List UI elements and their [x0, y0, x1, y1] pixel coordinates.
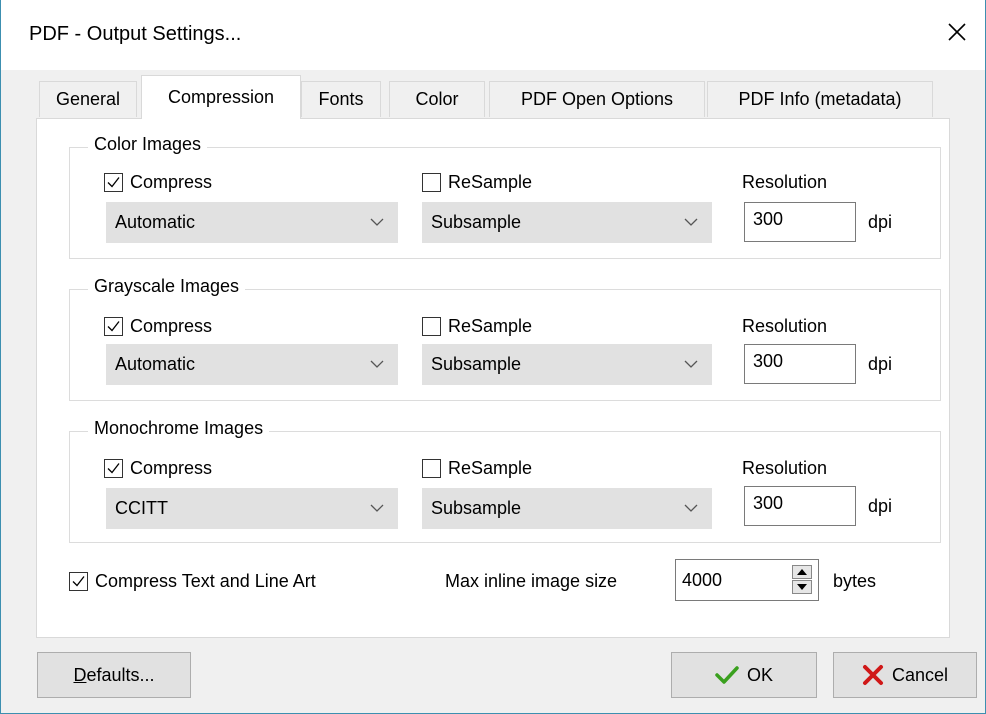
group-title: Grayscale Images [88, 276, 246, 297]
tab-compression[interactable]: Compression [141, 75, 301, 119]
tab-label: PDF Info (metadata) [738, 89, 902, 109]
select-value: Automatic [115, 354, 196, 374]
compress-checkbox[interactable]: Compress [104, 172, 212, 193]
select-value: CCITT [115, 498, 168, 518]
window-title: PDF - Output Settings... [29, 23, 242, 45]
checkbox-box [422, 317, 441, 336]
ok-label: OK [746, 664, 773, 685]
group-title: Color Images [88, 134, 208, 155]
max-inline-label: Max inline image size [445, 571, 618, 591]
checkbox-box [104, 459, 123, 478]
defaults-button[interactable]: Defaults... [37, 652, 191, 698]
tab-label: Color [415, 89, 459, 109]
tab-fonts[interactable]: Fonts [301, 81, 381, 117]
title-bar: PDF - Output Settings... [1, 0, 985, 70]
checkbox-label: ReSample [448, 458, 533, 478]
compress-checkbox[interactable]: Compress [104, 458, 212, 479]
red-x-icon [862, 665, 883, 685]
dpi-unit: dpi [868, 496, 893, 516]
check-mark-icon [72, 576, 85, 587]
resample-method-select[interactable]: Subsample [422, 202, 712, 243]
tab-label: Compression [167, 87, 275, 107]
resample-checkbox[interactable]: ReSample [422, 172, 532, 193]
tab-color[interactable]: Color [389, 81, 485, 117]
check-mark-icon [107, 321, 120, 332]
select-value: Subsample [431, 354, 522, 374]
check-mark-icon [107, 463, 120, 474]
resolution-label: Resolution [742, 172, 828, 192]
checkbox-label: ReSample [448, 172, 533, 192]
chevron-down-icon [370, 360, 384, 368]
resample-checkbox[interactable]: ReSample [422, 316, 532, 337]
cancel-button[interactable]: Cancel [833, 652, 977, 698]
group-title: Monochrome Images [88, 418, 270, 439]
checkbox-box [104, 317, 123, 336]
checkbox-box [422, 459, 441, 478]
bytes-unit: bytes [833, 571, 877, 591]
cancel-label: Cancel [891, 664, 949, 685]
close-button[interactable] [937, 12, 977, 52]
defaults-label-rest: efaults... [86, 664, 155, 685]
compress-checkbox[interactable]: Compress [104, 316, 212, 337]
dpi-unit: dpi [868, 354, 893, 374]
tab-label: Fonts [318, 89, 364, 109]
checkbox-label: Compress [130, 458, 213, 478]
resample-checkbox[interactable]: ReSample [422, 458, 532, 479]
chevron-down-icon [684, 504, 698, 512]
monochrome-images-group: Monochrome Images Compress CCITT ReSampl… [69, 418, 941, 543]
dialog-window: PDF - Output Settings... General Compres… [0, 0, 986, 714]
tab-label: PDF Open Options [520, 89, 674, 109]
spin-up-button[interactable] [792, 565, 812, 579]
resolution-input[interactable]: 300 [744, 486, 856, 526]
checkbox-label: Compress Text and Line Art [95, 571, 316, 591]
select-value: Subsample [431, 212, 522, 232]
dpi-unit: dpi [868, 212, 893, 232]
spinner-buttons [792, 565, 812, 595]
color-images-group: Color Images Compress Automatic ReSample… [69, 134, 941, 259]
resolution-input[interactable]: 300 [744, 202, 856, 242]
ok-button[interactable]: OK [671, 652, 817, 698]
select-value: Subsample [431, 498, 522, 518]
spinner-value: 4000 [682, 570, 723, 590]
chevron-down-icon [370, 218, 384, 226]
max-inline-image-size-spinner[interactable]: 4000 [675, 559, 819, 601]
compress-text-line-art-checkbox[interactable]: Compress Text and Line Art [69, 571, 316, 592]
accelerator-key: D [73, 664, 87, 685]
checkbox-box [104, 173, 123, 192]
checkbox-label: ReSample [448, 316, 533, 336]
check-mark-icon [107, 177, 120, 188]
triangle-up-icon [797, 569, 807, 575]
resolution-label: Resolution [742, 458, 828, 478]
resample-method-select[interactable]: Subsample [422, 344, 712, 385]
chevron-down-icon [684, 360, 698, 368]
resolution-label: Resolution [742, 316, 828, 336]
checkbox-box [69, 572, 88, 591]
compression-method-select[interactable]: CCITT [106, 488, 398, 529]
chevron-down-icon [684, 218, 698, 226]
select-value: Automatic [115, 212, 196, 232]
defaults-label: Defaults... [73, 665, 154, 686]
tab-general[interactable]: General [39, 81, 137, 117]
compression-method-select[interactable]: Automatic [106, 344, 398, 385]
tab-label: General [55, 89, 121, 109]
checkbox-label: Compress [130, 316, 213, 336]
tab-pdf-open-options[interactable]: PDF Open Options [489, 81, 705, 117]
chevron-down-icon [370, 504, 384, 512]
close-icon [948, 23, 966, 41]
resolution-input[interactable]: 300 [744, 344, 856, 384]
grayscale-images-group: Grayscale Images Compress Automatic ReSa… [69, 276, 941, 401]
triangle-down-icon [797, 584, 807, 590]
checkbox-box [422, 173, 441, 192]
compression-method-select[interactable]: Automatic [106, 202, 398, 243]
tab-pdf-info[interactable]: PDF Info (metadata) [707, 81, 933, 117]
spin-down-button[interactable] [792, 580, 812, 594]
checkbox-label: Compress [130, 172, 213, 192]
checkmark-icon [715, 666, 739, 684]
resample-method-select[interactable]: Subsample [422, 488, 712, 529]
compression-panel: Color Images Compress Automatic ReSample… [36, 118, 950, 638]
